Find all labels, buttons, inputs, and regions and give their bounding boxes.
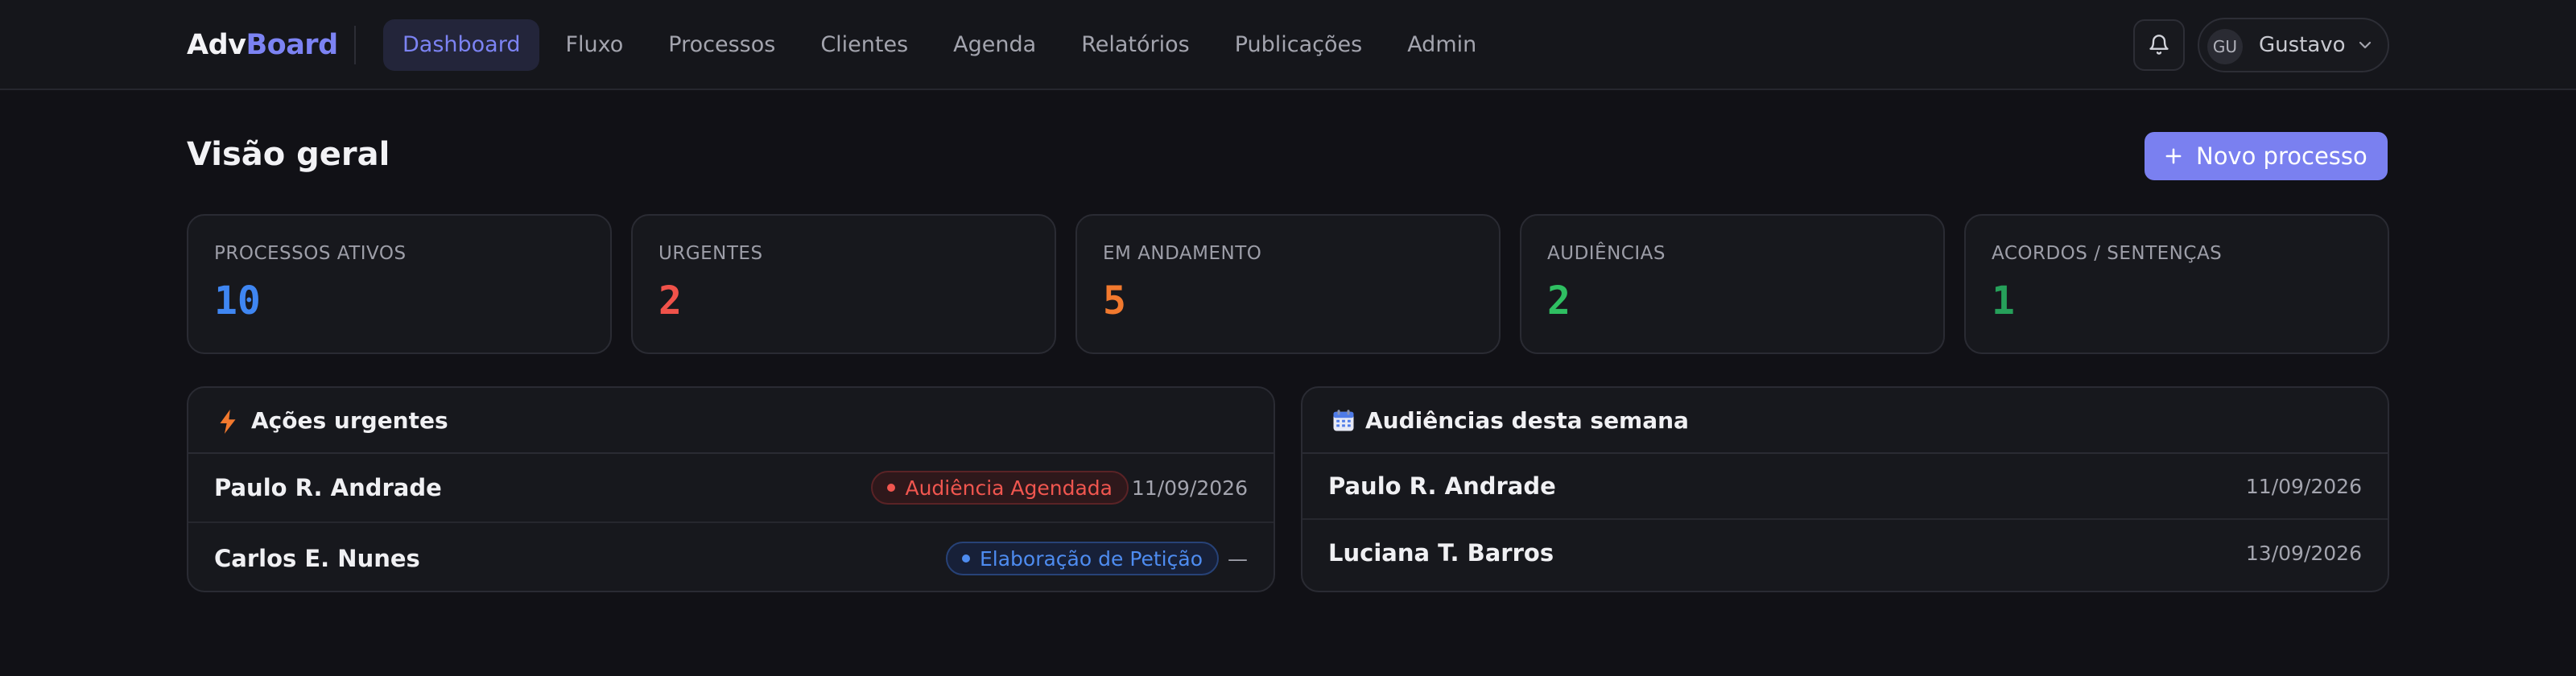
panel-header: Audiências desta semana <box>1302 388 2388 454</box>
client-name: Carlos E. Nunes <box>214 545 420 572</box>
nav-item-relatorios[interactable]: Relatórios <box>1062 19 1209 71</box>
row-date: — <box>1228 546 1248 571</box>
status-badge: Elaboração de Petição <box>945 542 1219 575</box>
stat-card-in-progress[interactable]: EM ANDAMENTO 5 <box>1075 214 1501 354</box>
stat-label: PROCESSOS ATIVOS <box>214 243 407 264</box>
page-title: Visão geral <box>187 136 390 173</box>
nav-divider <box>354 26 356 64</box>
new-process-label: Novo processo <box>2196 142 2368 170</box>
nav-item-dashboard[interactable]: Dashboard <box>383 19 540 71</box>
list-item[interactable]: Luciana T. Barros 13/09/2026 <box>1302 520 2388 586</box>
app-logo[interactable]: AdvBoard <box>187 26 338 64</box>
user-name: Gustavo <box>2259 33 2346 57</box>
hearing-date: 13/09/2026 <box>2245 541 2362 565</box>
nav-item-publicacoes[interactable]: Publicações <box>1216 19 1382 71</box>
nav-item-processos[interactable]: Processos <box>649 19 795 71</box>
plus-icon <box>2165 148 2182 164</box>
panel-header: Ações urgentes <box>188 388 1274 454</box>
stat-card-active[interactable]: PROCESSOS ATIVOS 10 <box>187 214 612 354</box>
notifications-button[interactable] <box>2133 19 2185 71</box>
table-row[interactable]: Carlos E. Nunes Elaboração de Petição — <box>188 523 1274 591</box>
nav-item-fluxo[interactable]: Fluxo <box>546 19 642 71</box>
stat-label: URGENTES <box>658 243 763 264</box>
bell-icon <box>2149 35 2169 55</box>
stat-value: 2 <box>1547 278 1571 324</box>
stat-label: AUDIÊNCIAS <box>1547 243 1666 264</box>
row-date: 11/09/2026 <box>1131 476 1248 500</box>
status-dot-icon <box>887 484 896 492</box>
new-process-button[interactable]: Novo processo <box>2145 132 2388 180</box>
chevron-down-icon <box>2359 41 2372 49</box>
nav-item-agenda[interactable]: Agenda <box>934 19 1055 71</box>
stat-value: 1 <box>1992 278 2015 324</box>
client-name: Luciana T. Barros <box>1328 539 1554 567</box>
top-nav: AdvBoard Dashboard Fluxo Processos Clien… <box>0 0 2576 90</box>
stat-value: 5 <box>1103 278 1126 324</box>
hearing-date: 11/09/2026 <box>2245 474 2362 498</box>
status-dot-icon <box>961 554 970 563</box>
stat-label: EM ANDAMENTO <box>1103 243 1262 264</box>
urgent-actions-panel: Ações urgentes Paulo R. Andrade Audiênci… <box>187 386 1275 592</box>
calendar-icon <box>1333 410 1354 431</box>
nav-item-admin[interactable]: Admin <box>1388 19 1496 71</box>
avatar: GU <box>2207 29 2243 64</box>
user-menu-button[interactable]: GU Gustavo <box>2198 18 2389 72</box>
hearings-panel: Audiências desta semana Paulo R. Andrade… <box>1301 386 2389 592</box>
list-item[interactable]: Paulo R. Andrade 11/09/2026 <box>1302 454 2388 520</box>
stat-card-agreements[interactable]: ACORDOS / SENTENÇAS 1 <box>1964 214 2389 354</box>
panel-title: Ações urgentes <box>251 407 448 434</box>
stat-card-hearings[interactable]: AUDIÊNCIAS 2 <box>1520 214 1945 354</box>
lightning-icon <box>220 410 236 434</box>
client-name: Paulo R. Andrade <box>1328 472 1556 500</box>
nav-item-clientes[interactable]: Clientes <box>801 19 927 71</box>
table-row[interactable]: Paulo R. Andrade Audiência Agendada 11/0… <box>188 454 1274 523</box>
status-badge: Audiência Agendada <box>871 471 1129 505</box>
panel-title: Audiências desta semana <box>1365 407 1689 434</box>
stat-card-urgent[interactable]: URGENTES 2 <box>631 214 1056 354</box>
client-name: Paulo R. Andrade <box>214 474 442 501</box>
stat-label: ACORDOS / SENTENÇAS <box>1992 243 2223 264</box>
nav-links: Dashboard Fluxo Processos Clientes Agend… <box>383 19 1496 71</box>
stat-value: 10 <box>214 278 261 324</box>
stat-value: 2 <box>658 278 682 324</box>
